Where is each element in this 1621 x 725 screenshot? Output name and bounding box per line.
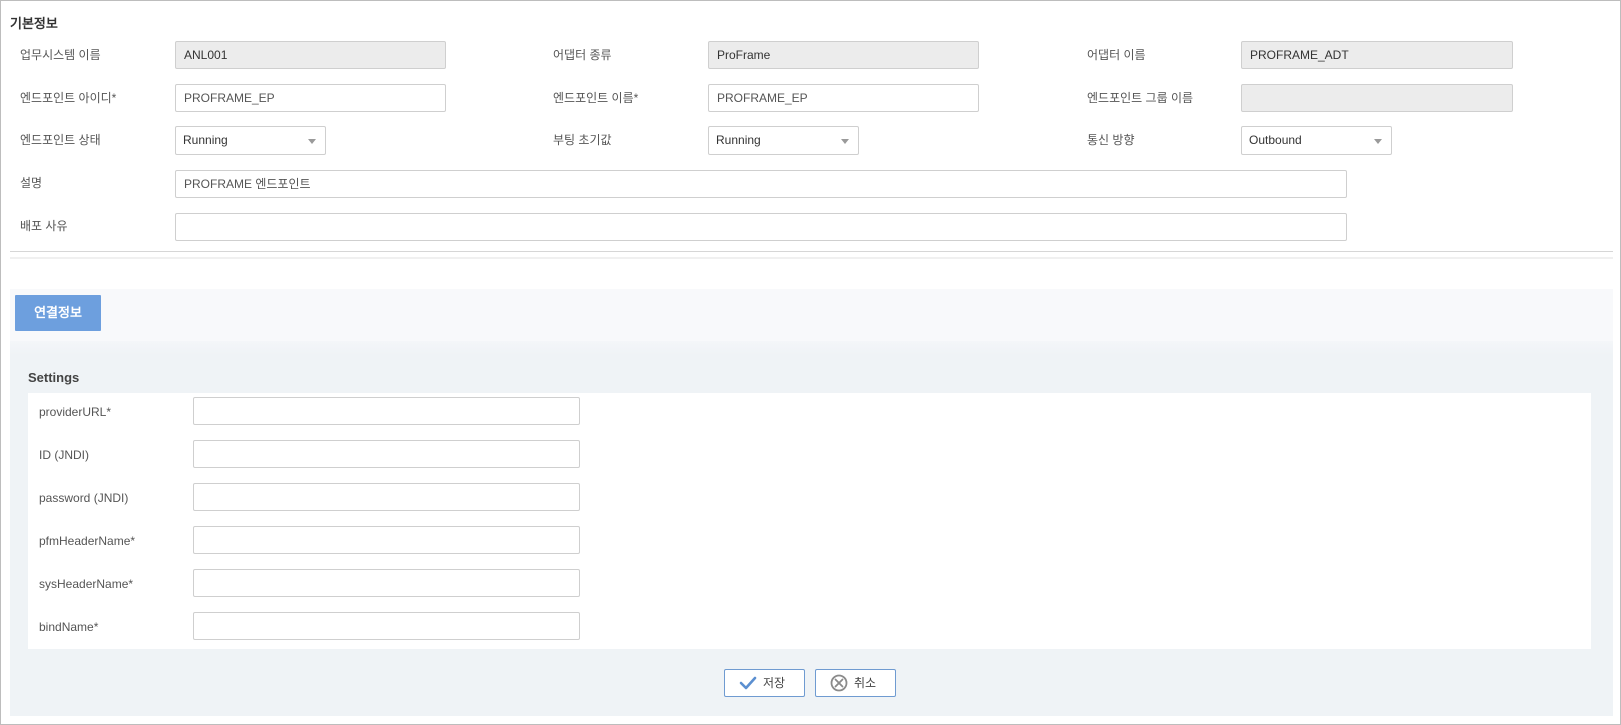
adapter-name-field[interactable]: PROFRAME_ADT <box>1241 41 1513 69</box>
save-button[interactable]: 저장 <box>724 669 805 697</box>
cancel-label: 취소 <box>854 676 877 690</box>
communication-direction-label: 통신 방향 <box>1087 133 1135 147</box>
deploy-reason-label: 배포 사유 <box>20 219 68 233</box>
provider-url-label: providerURL* <box>39 405 112 419</box>
jndi-id-label: ID (JNDI) <box>39 448 89 462</box>
settings-panel <box>28 393 1591 649</box>
boot-initial-value-value: Running <box>716 133 761 147</box>
endpoint-group-name-field[interactable] <box>1241 84 1513 112</box>
jndi-password-label: password (JNDI) <box>39 491 129 505</box>
description-input[interactable]: PROFRAME 엔드포인트 <box>175 170 1347 198</box>
communication-direction-select[interactable]: Outbound <box>1241 126 1392 155</box>
section-divider-shadow <box>10 257 1613 259</box>
jndi-id-input[interactable] <box>193 440 580 468</box>
communication-direction-value: Outbound <box>1249 133 1302 147</box>
sys-header-name-label: sysHeaderName* <box>39 577 134 591</box>
chevron-down-icon <box>1374 139 1382 144</box>
description-label: 설명 <box>20 176 43 190</box>
check-icon <box>739 676 757 690</box>
cancel-button[interactable]: 취소 <box>815 669 896 697</box>
save-label: 저장 <box>763 676 786 690</box>
section-divider <box>10 251 1613 252</box>
tab-connection-info[interactable]: 연결정보 <box>15 295 101 331</box>
connection-tab-bar <box>10 289 1613 341</box>
bind-name-label: bindName* <box>39 620 99 634</box>
boot-initial-value-label: 부팅 초기값 <box>553 133 612 147</box>
endpoint-id-input[interactable]: PROFRAME_EP <box>175 84 446 112</box>
endpoint-name-input[interactable]: PROFRAME_EP <box>708 84 979 112</box>
endpoint-edit-form: 기본정보 업무시스템 이름 ANL001 어댑터 종류 ProFrame 어댑터… <box>0 0 1621 725</box>
adapter-type-field[interactable]: ProFrame <box>708 41 979 69</box>
pfm-header-name-label: pfmHeaderName* <box>39 534 136 548</box>
endpoint-group-name-label: 엔드포인트 그룹 이름 <box>1087 91 1194 105</box>
endpoint-name-label: 엔드포인트 이름* <box>553 91 639 105</box>
cancel-circle-x-icon <box>830 674 848 692</box>
endpoint-id-label: 엔드포인트 아이디* <box>20 91 117 105</box>
sys-header-name-input[interactable] <box>193 569 580 597</box>
adapter-type-label: 어댑터 종류 <box>553 48 612 62</box>
chevron-down-icon <box>308 139 316 144</box>
business-system-name-label: 업무시스템 이름 <box>20 48 101 62</box>
endpoint-status-select[interactable]: Running <box>175 126 326 155</box>
settings-title: Settings <box>28 370 80 385</box>
bind-name-input[interactable] <box>193 612 580 640</box>
jndi-password-input[interactable] <box>193 483 580 511</box>
chevron-down-icon <box>841 139 849 144</box>
basic-info-title: 기본정보 <box>10 16 58 31</box>
endpoint-status-label: 엔드포인트 상태 <box>20 133 101 147</box>
endpoint-status-value: Running <box>183 133 228 147</box>
pfm-header-name-input[interactable] <box>193 526 580 554</box>
boot-initial-value-select[interactable]: Running <box>708 126 859 155</box>
adapter-name-label: 어댑터 이름 <box>1087 48 1146 62</box>
provider-url-input[interactable] <box>193 397 580 425</box>
business-system-name-field[interactable]: ANL001 <box>175 41 446 69</box>
deploy-reason-input[interactable] <box>175 213 1347 241</box>
